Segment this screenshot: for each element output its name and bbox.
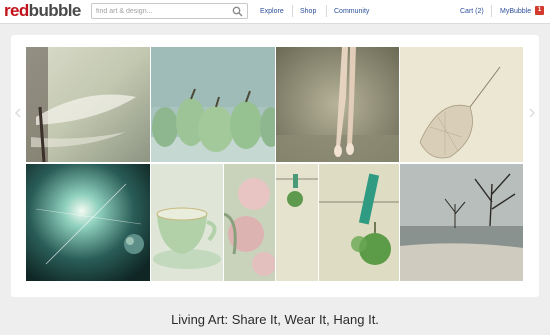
- artwork-tile-teacup[interactable]: [151, 164, 223, 281]
- nav-explore-link[interactable]: Explore: [260, 7, 284, 16]
- mybubble-link[interactable]: MyBubble: [500, 7, 531, 16]
- artwork-tile-physalis[interactable]: [400, 47, 523, 162]
- chevron-left-icon[interactable]: [14, 108, 22, 118]
- chevron-right-icon[interactable]: [528, 108, 536, 118]
- artwork-tile-apple-line[interactable]: [276, 164, 318, 281]
- cart-link[interactable]: Cart (2): [460, 7, 484, 16]
- redbubble-logo[interactable]: redbubble: [4, 1, 81, 21]
- nav-divider: [326, 5, 327, 17]
- nav-shop-link[interactable]: Shop: [300, 7, 316, 16]
- logo-part-red: red: [4, 1, 29, 20]
- artwork-tile-apple-peg[interactable]: [319, 164, 399, 281]
- artwork-grid: [26, 47, 523, 281]
- artwork-tile-ballerina[interactable]: [276, 47, 399, 162]
- nav-divider: [292, 5, 293, 17]
- nav-community-link[interactable]: Community: [334, 7, 369, 16]
- artwork-tile-dragonfly[interactable]: [26, 47, 150, 162]
- search-icon[interactable]: [232, 6, 243, 17]
- artwork-tile-roses[interactable]: [224, 164, 275, 281]
- notification-badge[interactable]: 1: [535, 6, 544, 15]
- tagline: Living Art: Share It, Wear It, Hang It.: [171, 312, 379, 327]
- artwork-tile-beach-trees[interactable]: [400, 164, 523, 281]
- search-input[interactable]: [96, 5, 226, 17]
- artwork-tile-galaxy[interactable]: [26, 164, 150, 281]
- search-box: [91, 3, 248, 19]
- artwork-tile-pears[interactable]: [151, 47, 275, 162]
- logo-part-bubble: bubble: [28, 1, 82, 20]
- top-bar: redbubble Explore Shop Community Cart (2…: [0, 0, 550, 24]
- nav-divider: [491, 5, 492, 17]
